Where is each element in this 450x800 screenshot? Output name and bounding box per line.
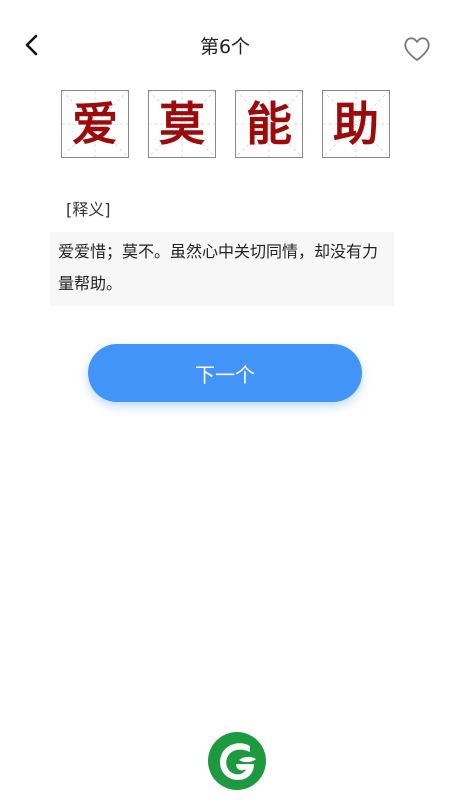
definition-label: [释义] xyxy=(66,200,111,219)
idiom-char: 爱 xyxy=(72,97,118,151)
idiom-char: 助 xyxy=(333,97,379,151)
idiom-char-box: 助 xyxy=(322,90,390,158)
heart-outline-icon xyxy=(404,37,430,61)
page-title: 第6个 xyxy=(199,36,251,58)
app-logo xyxy=(206,730,268,792)
idiom-char-box: 爱 xyxy=(61,90,129,158)
definition-text: 爱爱惜；莫不。虽然心中关切同情，却没有力量帮助。 xyxy=(50,232,394,306)
idiom-characters: 爱 莫 能 助 xyxy=(0,90,450,162)
leaf-g-logo-icon xyxy=(208,732,266,790)
idiom-char-box: 能 xyxy=(235,90,303,158)
idiom-char: 莫 xyxy=(159,97,205,151)
idiom-char-box: 莫 xyxy=(148,90,216,158)
idiom-char: 能 xyxy=(246,97,292,151)
header-bar: 第6个 xyxy=(0,0,450,90)
next-button[interactable]: 下一个 xyxy=(88,344,362,402)
favorite-button[interactable] xyxy=(400,34,434,64)
